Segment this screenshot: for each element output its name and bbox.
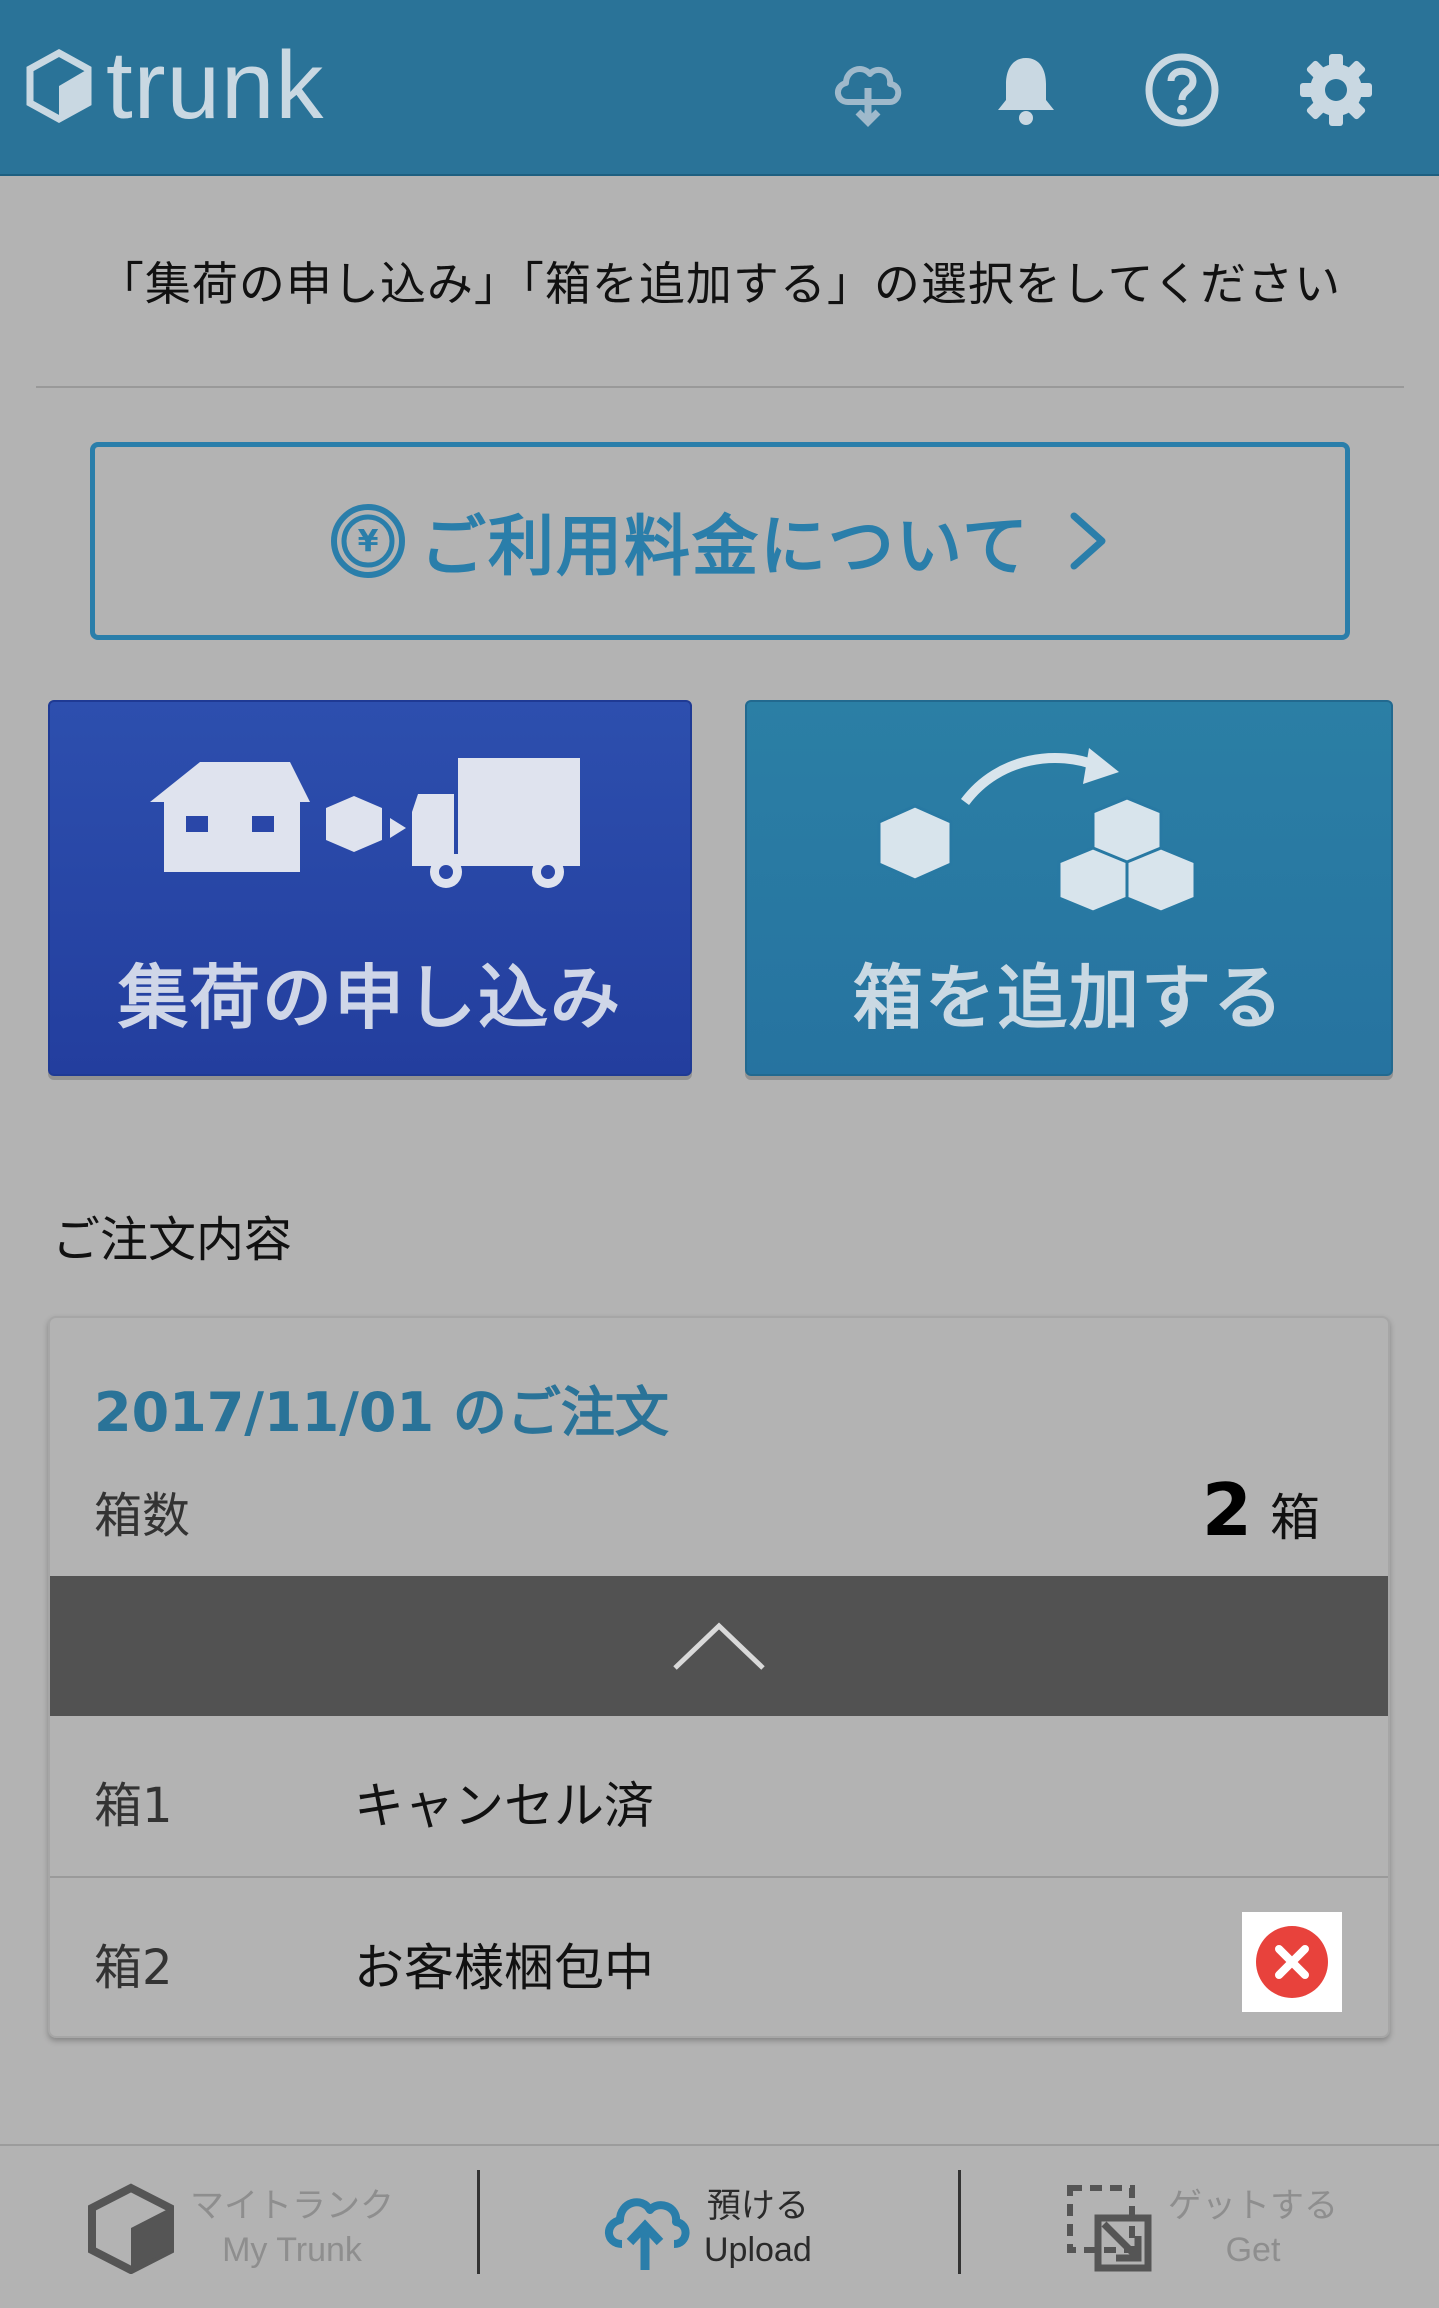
- nav-label-ja: 預ける: [706, 2185, 809, 2226]
- order-section-heading: ご注文内容: [52, 1212, 293, 1268]
- cancel-box-button[interactable]: [1242, 1912, 1342, 2012]
- order-card: 2017/11/01 のご注文 箱数 2 箱 箱1 キャンセル済 箱2 お客様梱…: [48, 1316, 1390, 2038]
- pickup-request-tile[interactable]: 集荷の申し込み: [48, 700, 692, 1076]
- svg-text:¥: ¥: [358, 524, 379, 559]
- nav-label-en: Get: [1225, 2231, 1281, 2269]
- cloud-upload-icon[interactable]: [826, 48, 910, 132]
- box-count-value: 2: [1201, 1468, 1252, 1552]
- box-name: 箱2: [94, 1940, 173, 1996]
- cube-logo-icon: [26, 49, 92, 123]
- add-box-tile[interactable]: 箱を追加する: [745, 700, 1393, 1076]
- box-count-label: 箱数: [94, 1488, 191, 1544]
- help-icon[interactable]: [1140, 48, 1224, 132]
- bottom-nav: マイトランク My Trunk 預ける Upload ゲットする Get: [0, 2144, 1439, 2308]
- nav-label-en: My Trunk: [222, 2231, 362, 2269]
- nav-get[interactable]: ゲットする Get: [1064, 2146, 1439, 2308]
- nav-label-ja: ゲットする: [1168, 2185, 1338, 2226]
- app-header: trunk: [0, 0, 1439, 176]
- chevron-up-icon: [673, 1622, 765, 1670]
- nav-upload[interactable]: 預ける Upload: [600, 2146, 1070, 2308]
- pricing-info-button[interactable]: ¥ ご利用料金について: [90, 442, 1350, 640]
- house-truck-icon: [150, 758, 580, 888]
- box-status: キャンセル済: [354, 1777, 654, 1835]
- chevron-right-icon: [1070, 512, 1106, 570]
- box-count: 2 箱: [1202, 1468, 1320, 1552]
- box-name: 箱1: [94, 1778, 173, 1834]
- cloud-upload-icon: [605, 2198, 690, 2270]
- trunk-logo[interactable]: trunk: [26, 36, 324, 136]
- collapse-toggle[interactable]: [50, 1576, 1388, 1716]
- instruction-text: 「集荷の申し込み」「箱を追加する」の選択をしてください: [97, 257, 1342, 311]
- box-status: お客様梱包中: [354, 1939, 654, 1997]
- nav-my-trunk[interactable]: マイトランク My Trunk: [86, 2146, 556, 2308]
- nav-separator: [477, 2170, 480, 2274]
- close-icon: [1256, 1926, 1328, 1998]
- box-row: 箱2 お客様梱包中: [50, 1878, 1388, 2036]
- cube-icon: [88, 2183, 174, 2274]
- pricing-label: ご利用料金について: [419, 508, 1031, 585]
- get-box-icon: [1067, 2185, 1152, 2272]
- add-boxes-icon: [877, 748, 1197, 912]
- nav-label-ja: マイトランク: [190, 2185, 394, 2226]
- logo-text: trunk: [106, 32, 325, 139]
- pickup-label: 集荷の申し込み: [118, 957, 622, 1039]
- bell-icon[interactable]: [984, 48, 1068, 132]
- nav-separator: [958, 2170, 961, 2274]
- box-count-unit: 箱: [1270, 1489, 1320, 1547]
- add-box-label: 箱を追加する: [853, 957, 1285, 1039]
- nav-label-en: Upload: [704, 2231, 812, 2269]
- box-row: 箱1 キャンセル済: [50, 1716, 1388, 1878]
- gear-icon[interactable]: [1294, 48, 1378, 132]
- yen-coin-icon: ¥: [330, 504, 405, 578]
- divider: [36, 386, 1404, 388]
- order-date-title: 2017/11/01 のご注文: [94, 1381, 669, 1444]
